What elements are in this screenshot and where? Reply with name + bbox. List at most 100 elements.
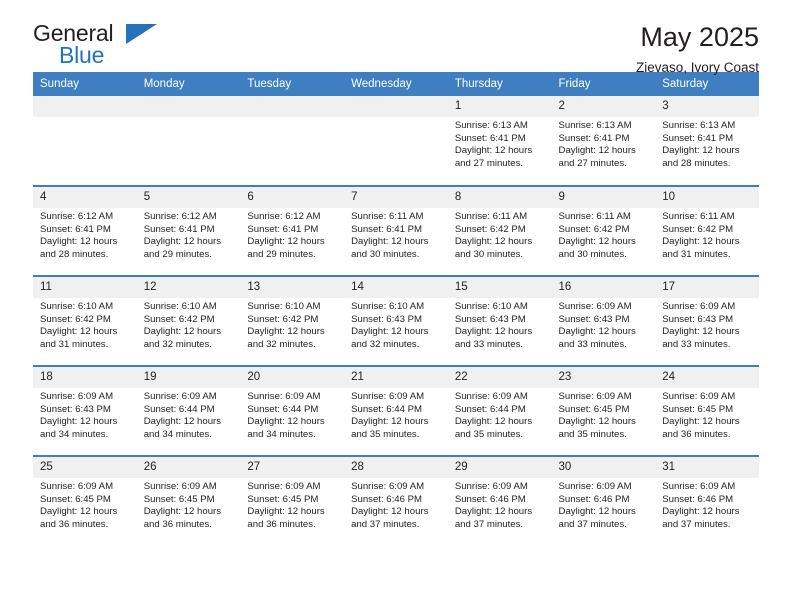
- day-number: 29: [447, 457, 552, 478]
- day-number: 3: [655, 96, 759, 117]
- calendar-day-cell[interactable]: 19 Sunrise: 6:09 AM Sunset: 6:44 PM Dayligh…: [136, 365, 241, 456]
- day-details: Sunrise: 6:11 AM Sunset: 6:42 PM Daylight:…: [448, 208, 552, 261]
- calendar-day-cell[interactable]: 20 Sunrise: 6:09 AM Sunset: 6:44 PM Dayligh…: [240, 365, 345, 456]
- calendar-day-cell[interactable]: 28 Sunrise: 6:09 AM Sunset: 6:46 PM Dayligh…: [344, 455, 448, 546]
- sunset-text: Sunset: 6:45 PM: [662, 403, 734, 415]
- calendar-day-cell[interactable]: 10 Sunrise: 6:11 AM Sunset: 6:42 PM Dayligh…: [655, 185, 759, 276]
- calendar-day-cell[interactable]: 24 Sunrise: 6:09 AM Sunset: 6:45 PM Dayligh…: [655, 365, 759, 456]
- day-details: Sunrise: 6:13 AM Sunset: 6:41 PM Daylight:…: [655, 117, 759, 170]
- sunset-text: Sunset: 6:46 PM: [454, 493, 526, 505]
- sunset-text: Sunset: 6:42 PM: [247, 313, 319, 325]
- daylight-text: Daylight: 12 hours and 36 minutes.: [662, 416, 740, 440]
- day-number: 22: [447, 367, 552, 388]
- day-number: 19: [136, 367, 241, 388]
- calendar-day-cell[interactable]: 25 Sunrise: 6:09 AM Sunset: 6:45 PM Dayligh…: [33, 455, 137, 546]
- general-blue-logo[interactable]: General Blue: [33, 22, 213, 72]
- day-number: 30: [551, 457, 656, 478]
- day-number: [136, 96, 241, 117]
- calendar-day-cell[interactable]: 6 Sunrise: 6:12 AM Sunset: 6:41 PM Daylight…: [240, 185, 345, 276]
- day-details: Sunrise: 6:10 AM Sunset: 6:42 PM Daylight:…: [33, 298, 137, 351]
- sunset-text: Sunset: 6:41 PM: [454, 132, 526, 144]
- daylight-text: Daylight: 12 hours and 27 minutes.: [558, 145, 636, 169]
- calendar-day-cell[interactable]: 26 Sunrise: 6:09 AM Sunset: 6:45 PM Dayligh…: [136, 455, 241, 546]
- day-details: Sunrise: 6:13 AM Sunset: 6:41 PM Daylight:…: [448, 117, 552, 170]
- calendar-day-cell[interactable]: 7 Sunrise: 6:11 AM Sunset: 6:41 PM Daylight…: [344, 185, 448, 276]
- day-details: Sunrise: 6:11 AM Sunset: 6:42 PM Daylight:…: [552, 208, 656, 261]
- daylight-text: Daylight: 12 hours and 29 minutes.: [247, 236, 325, 260]
- sunset-text: Sunset: 6:42 PM: [143, 313, 215, 325]
- sunrise-text: Sunrise: 6:09 AM: [454, 391, 528, 402]
- calendar-day-cell[interactable]: 5 Sunrise: 6:12 AM Sunset: 6:41 PM Daylight…: [136, 185, 241, 276]
- sunset-text: Sunset: 6:42 PM: [40, 313, 111, 325]
- calendar-day-cell[interactable]: 3 Sunrise: 6:13 AM Sunset: 6:41 PM Daylight…: [655, 96, 759, 186]
- sunset-text: Sunset: 6:41 PM: [662, 132, 734, 144]
- calendar-day-cell[interactable]: 31 Sunrise: 6:09 AM Sunset: 6:46 PM Dayligh…: [655, 455, 759, 546]
- sunrise-text: Sunrise: 6:12 AM: [247, 211, 321, 222]
- calendar-day-cell[interactable]: 21 Sunrise: 6:09 AM Sunset: 6:44 PM Dayligh…: [344, 365, 448, 456]
- sunset-text: Sunset: 6:41 PM: [247, 223, 319, 235]
- calendar-day-cell[interactable]: 29 Sunrise: 6:09 AM Sunset: 6:46 PM Dayligh…: [447, 455, 552, 546]
- daylight-text: Daylight: 12 hours and 32 minutes.: [143, 326, 222, 350]
- calendar-day-cell[interactable]: 12 Sunrise: 6:10 AM Sunset: 6:42 PM Dayligh…: [136, 275, 241, 366]
- sunset-text: Sunset: 6:46 PM: [351, 493, 423, 505]
- daylight-text: Daylight: 12 hours and 32 minutes.: [351, 326, 429, 350]
- day-number: 7: [344, 187, 448, 208]
- daylight-text: Daylight: 12 hours and 37 minutes.: [662, 506, 740, 530]
- logo-text-blue: Blue: [59, 42, 105, 68]
- sunrise-text: Sunrise: 6:10 AM: [351, 301, 425, 312]
- calendar-day-cell[interactable]: 14 Sunrise: 6:10 AM Sunset: 6:43 PM Dayligh…: [344, 275, 448, 366]
- calendar-day-cell[interactable]: 2 Sunrise: 6:13 AM Sunset: 6:41 PM Daylight…: [551, 96, 656, 186]
- sunrise-text: Sunrise: 6:13 AM: [662, 120, 736, 131]
- daylight-text: Daylight: 12 hours and 36 minutes.: [247, 506, 325, 530]
- day-number: 5: [136, 187, 241, 208]
- daylight-text: Daylight: 12 hours and 33 minutes.: [454, 326, 533, 350]
- sunset-text: Sunset: 6:44 PM: [247, 403, 319, 415]
- calendar-day-cell[interactable]: 1 Sunrise: 6:13 AM Sunset: 6:41 PM Daylight…: [447, 96, 552, 186]
- calendar-day-cell-empty: [136, 96, 241, 186]
- sunrise-text: Sunrise: 6:09 AM: [143, 481, 217, 492]
- day-number: 2: [551, 96, 656, 117]
- calendar-day-cell[interactable]: 4 Sunrise: 6:12 AM Sunset: 6:41 PM Daylight…: [33, 185, 137, 276]
- calendar-day-cell[interactable]: 23 Sunrise: 6:09 AM Sunset: 6:45 PM Dayligh…: [551, 365, 656, 456]
- calendar-day-cell[interactable]: 17 Sunrise: 6:09 AM Sunset: 6:43 PM Dayligh…: [655, 275, 759, 366]
- sunrise-text: Sunrise: 6:09 AM: [558, 481, 632, 492]
- page-header: General Blue May 2025 Zievaso, Ivory Coa…: [33, 0, 759, 76]
- sunrise-text: Sunrise: 6:09 AM: [662, 481, 736, 492]
- day-details: Sunrise: 6:10 AM Sunset: 6:42 PM Daylight:…: [240, 298, 344, 351]
- calendar-day-cell-empty: [33, 96, 137, 186]
- page-title: May 2025: [640, 22, 759, 52]
- sunrise-text: Sunrise: 6:12 AM: [40, 211, 114, 222]
- day-number: 6: [240, 187, 345, 208]
- calendar-day-cell[interactable]: 30 Sunrise: 6:09 AM Sunset: 6:46 PM Dayligh…: [551, 455, 656, 546]
- calendar-day-cell[interactable]: 16 Sunrise: 6:09 AM Sunset: 6:43 PM Dayligh…: [551, 275, 656, 366]
- weekday-header-thursday: Thursday: [447, 72, 552, 96]
- day-details: Sunrise: 6:09 AM Sunset: 6:45 PM Daylight:…: [552, 388, 656, 441]
- calendar-day-cell[interactable]: 18 Sunrise: 6:09 AM Sunset: 6:43 PM Dayligh…: [33, 365, 137, 456]
- daylight-text: Daylight: 12 hours and 33 minutes.: [558, 326, 636, 350]
- daylight-text: Daylight: 12 hours and 37 minutes.: [558, 506, 636, 530]
- calendar-day-cell[interactable]: 8 Sunrise: 6:11 AM Sunset: 6:42 PM Daylight…: [447, 185, 552, 276]
- day-number: 28: [344, 457, 448, 478]
- calendar-day-cell[interactable]: 9 Sunrise: 6:11 AM Sunset: 6:42 PM Daylight…: [551, 185, 656, 276]
- day-details: Sunrise: 6:12 AM Sunset: 6:41 PM Daylight:…: [240, 208, 344, 261]
- day-details: Sunrise: 6:10 AM Sunset: 6:42 PM Daylight:…: [137, 298, 241, 351]
- day-number: 25: [33, 457, 137, 478]
- daylight-text: Daylight: 12 hours and 31 minutes.: [662, 236, 740, 260]
- calendar-body: 1 Sunrise: 6:13 AM Sunset: 6:41 PM Daylight…: [33, 96, 759, 546]
- calendar-day-cell[interactable]: 22 Sunrise: 6:09 AM Sunset: 6:44 PM Dayligh…: [447, 365, 552, 456]
- calendar-day-cell[interactable]: 11 Sunrise: 6:10 AM Sunset: 6:42 PM Dayligh…: [33, 275, 137, 366]
- calendar-day-cell[interactable]: 15 Sunrise: 6:10 AM Sunset: 6:43 PM Dayligh…: [447, 275, 552, 366]
- day-details: Sunrise: 6:09 AM Sunset: 6:46 PM Daylight:…: [448, 478, 552, 531]
- day-number: 17: [655, 277, 759, 298]
- daylight-text: Daylight: 12 hours and 27 minutes.: [454, 145, 533, 169]
- day-number: 11: [33, 277, 137, 298]
- daylight-text: Daylight: 12 hours and 35 minutes.: [454, 416, 533, 440]
- day-number: 8: [447, 187, 552, 208]
- day-number: [344, 96, 448, 117]
- calendar-page: General Blue May 2025 Zievaso, Ivory Coa…: [0, 0, 792, 612]
- day-number: 13: [240, 277, 345, 298]
- calendar-day-cell[interactable]: 27 Sunrise: 6:09 AM Sunset: 6:45 PM Dayligh…: [240, 455, 345, 546]
- calendar-day-cell[interactable]: 13 Sunrise: 6:10 AM Sunset: 6:42 PM Dayligh…: [240, 275, 345, 366]
- sunset-text: Sunset: 6:41 PM: [143, 223, 215, 235]
- calendar-week-row: 4 Sunrise: 6:12 AM Sunset: 6:41 PM Daylight…: [33, 185, 759, 276]
